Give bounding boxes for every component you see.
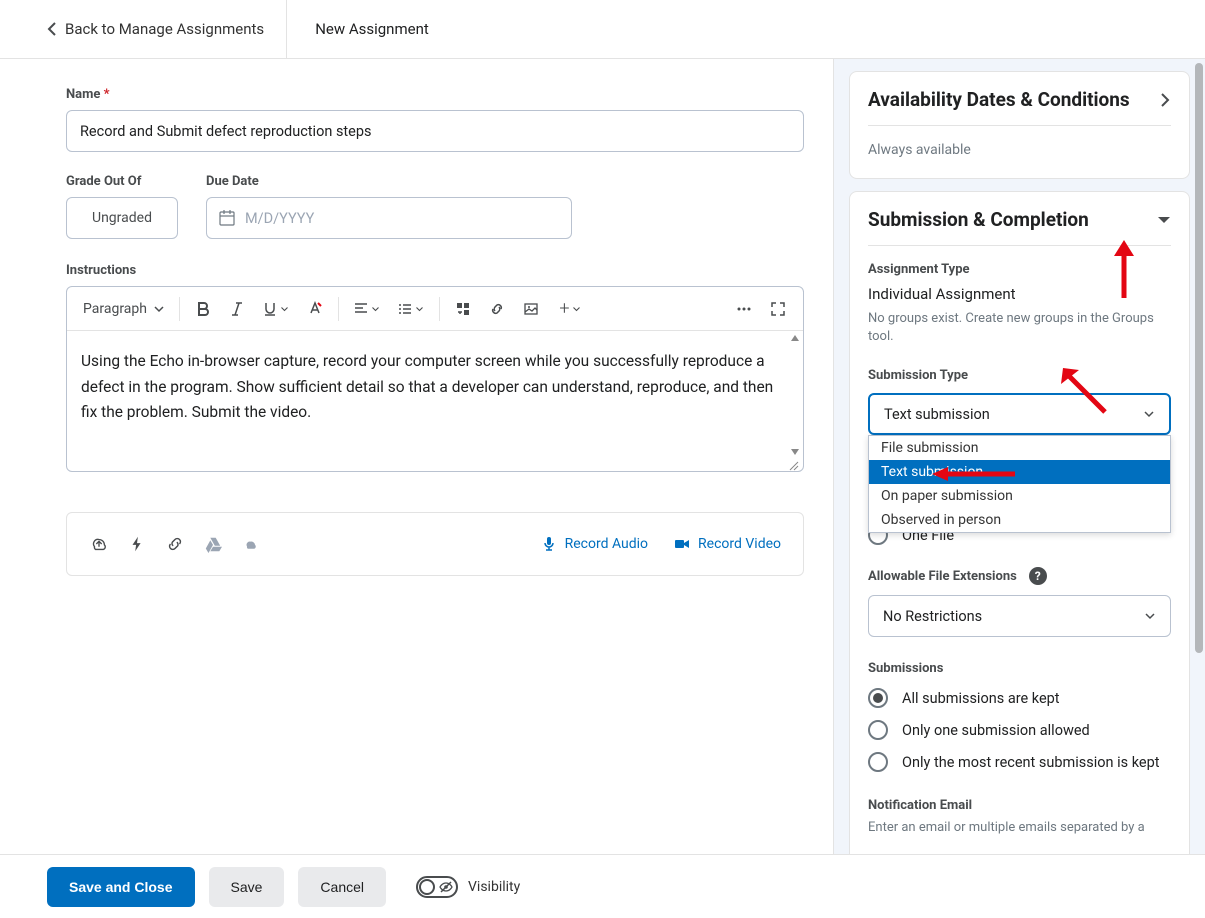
toggle-pill bbox=[416, 876, 458, 898]
radio-icon bbox=[868, 720, 888, 740]
collapse-icon[interactable] bbox=[1157, 215, 1171, 225]
insert-link-button[interactable] bbox=[482, 294, 512, 324]
annotation-arrow-select bbox=[1055, 362, 1111, 418]
chevron-down-icon bbox=[371, 301, 380, 317]
submission-type-dropdown: File submission Text submission On paper… bbox=[868, 435, 1171, 533]
submission-type-select[interactable]: Text submission bbox=[868, 393, 1171, 435]
editor-resize-handle[interactable] bbox=[67, 459, 803, 471]
link-icon[interactable] bbox=[165, 534, 185, 554]
dropdown-option-paper[interactable]: On paper submission bbox=[869, 484, 1170, 508]
insert-more-button[interactable]: + bbox=[550, 294, 590, 324]
required-star: * bbox=[104, 87, 110, 102]
submission-panel: Submission & Completion Assignment Type … bbox=[849, 191, 1190, 854]
chevron-down-icon bbox=[153, 303, 165, 315]
google-drive-icon[interactable] bbox=[203, 534, 223, 554]
notification-email-help: Enter an email or multiple emails separa… bbox=[868, 819, 1171, 837]
visibility-label: Visibility bbox=[468, 879, 520, 895]
save-and-close-button[interactable]: Save and Close bbox=[47, 867, 195, 907]
header-bar: Back to Manage Assignments New Assignmen… bbox=[0, 0, 1205, 59]
record-audio-link[interactable]: Record Audio bbox=[541, 536, 648, 552]
footer-bar: Save and Close Save Cancel Visibility bbox=[0, 854, 1205, 918]
quicklink-icon[interactable] bbox=[127, 534, 147, 554]
bold-button[interactable] bbox=[188, 294, 218, 324]
submissions-all-radio[interactable]: All submissions are kept bbox=[868, 688, 1171, 708]
back-link[interactable]: Back to Manage Assignments bbox=[47, 0, 287, 58]
grade-input[interactable]: Ungraded bbox=[66, 197, 178, 239]
more-actions-button[interactable] bbox=[729, 294, 759, 324]
underline-button[interactable] bbox=[256, 294, 296, 324]
file-extensions-select[interactable]: No Restrictions bbox=[868, 595, 1171, 637]
chevron-down-icon bbox=[280, 301, 289, 317]
chevron-down-icon bbox=[572, 301, 581, 317]
insert-stuff-button[interactable] bbox=[448, 294, 478, 324]
insert-image-button[interactable] bbox=[516, 294, 546, 324]
main-area: Name * Grade Out Of Ungraded Due Date M/… bbox=[0, 59, 1205, 854]
radio-icon bbox=[868, 688, 888, 708]
resize-icon bbox=[787, 459, 799, 471]
assignment-type-help: No groups exist. Create new groups in th… bbox=[868, 310, 1171, 346]
name-input[interactable] bbox=[66, 110, 804, 152]
align-button[interactable] bbox=[347, 294, 387, 324]
upload-icon[interactable] bbox=[89, 534, 109, 554]
help-icon[interactable]: ? bbox=[1029, 567, 1047, 585]
visibility-toggle[interactable]: Visibility bbox=[416, 876, 520, 898]
toolbar-separator bbox=[179, 297, 180, 321]
availability-subtitle: Always available bbox=[868, 142, 1171, 158]
toolbar-separator bbox=[338, 297, 339, 321]
side-panel: Availability Dates & Conditions Always a… bbox=[833, 59, 1205, 854]
editor-body[interactable]: Using the Echo in-browser capture, recor… bbox=[67, 331, 803, 459]
submission-title: Submission & Completion bbox=[868, 208, 1089, 231]
notification-email-label: Notification Email bbox=[868, 798, 1171, 813]
scrollbar-thumb[interactable] bbox=[1195, 63, 1203, 653]
chevron-down-icon bbox=[415, 301, 424, 317]
italic-button[interactable] bbox=[222, 294, 252, 324]
save-button[interactable]: Save bbox=[209, 867, 285, 907]
dropdown-option-observed[interactable]: Observed in person bbox=[869, 508, 1170, 532]
annotation-arrow-option bbox=[930, 467, 1015, 481]
video-icon bbox=[674, 536, 690, 552]
file-extensions-label: Allowable File Extensions bbox=[868, 569, 1017, 584]
expand-icon[interactable] bbox=[1159, 93, 1171, 107]
submissions-label: Submissions bbox=[868, 661, 1171, 676]
dropdown-option-file[interactable]: File submission bbox=[869, 436, 1170, 460]
editor-scroll-down[interactable] bbox=[789, 447, 801, 457]
paragraph-style-dropdown[interactable]: Paragraph bbox=[77, 297, 171, 321]
editor-scroll-up[interactable] bbox=[789, 333, 801, 343]
attachment-bar: Record Audio Record Video bbox=[66, 512, 804, 576]
fullscreen-button[interactable] bbox=[763, 294, 793, 324]
radio-icon bbox=[868, 752, 888, 772]
submissions-recent-radio[interactable]: Only the most recent submission is kept bbox=[868, 752, 1171, 772]
eye-off-icon bbox=[438, 879, 454, 899]
due-date-placeholder: M/D/YYYY bbox=[245, 210, 314, 227]
instructions-label: Instructions bbox=[66, 263, 804, 278]
chevron-left-icon bbox=[47, 22, 57, 36]
record-video-link[interactable]: Record Video bbox=[674, 536, 781, 552]
onedrive-icon[interactable] bbox=[241, 534, 261, 554]
due-date-input[interactable]: M/D/YYYY bbox=[206, 197, 572, 239]
toggle-knob bbox=[418, 878, 436, 896]
toolbar-separator bbox=[439, 297, 440, 321]
text-color-button[interactable] bbox=[300, 294, 330, 324]
availability-panel: Availability Dates & Conditions Always a… bbox=[849, 71, 1190, 179]
submissions-one-radio[interactable]: Only one submission allowed bbox=[868, 720, 1171, 740]
annotation-arrow-collapse bbox=[1112, 238, 1136, 298]
availability-title: Availability Dates & Conditions bbox=[868, 88, 1130, 111]
name-label: Name * bbox=[66, 87, 804, 102]
list-button[interactable] bbox=[391, 294, 431, 324]
submission-type-label: Submission Type bbox=[868, 368, 1171, 383]
grade-label: Grade Out Of bbox=[66, 174, 178, 189]
back-label: Back to Manage Assignments bbox=[65, 20, 264, 38]
cancel-button[interactable]: Cancel bbox=[298, 867, 386, 907]
page-title: New Assignment bbox=[287, 20, 429, 38]
microphone-icon bbox=[541, 536, 557, 552]
chevron-down-icon bbox=[1143, 408, 1155, 420]
rich-text-editor: Paragraph + bbox=[66, 286, 804, 472]
calendar-icon bbox=[219, 210, 235, 226]
chevron-down-icon bbox=[1144, 610, 1156, 622]
editor-toolbar: Paragraph + bbox=[67, 287, 803, 331]
form-column: Name * Grade Out Of Ungraded Due Date M/… bbox=[0, 59, 833, 854]
dropdown-option-text[interactable]: Text submission bbox=[869, 460, 1170, 484]
due-date-label: Due Date bbox=[206, 174, 572, 189]
